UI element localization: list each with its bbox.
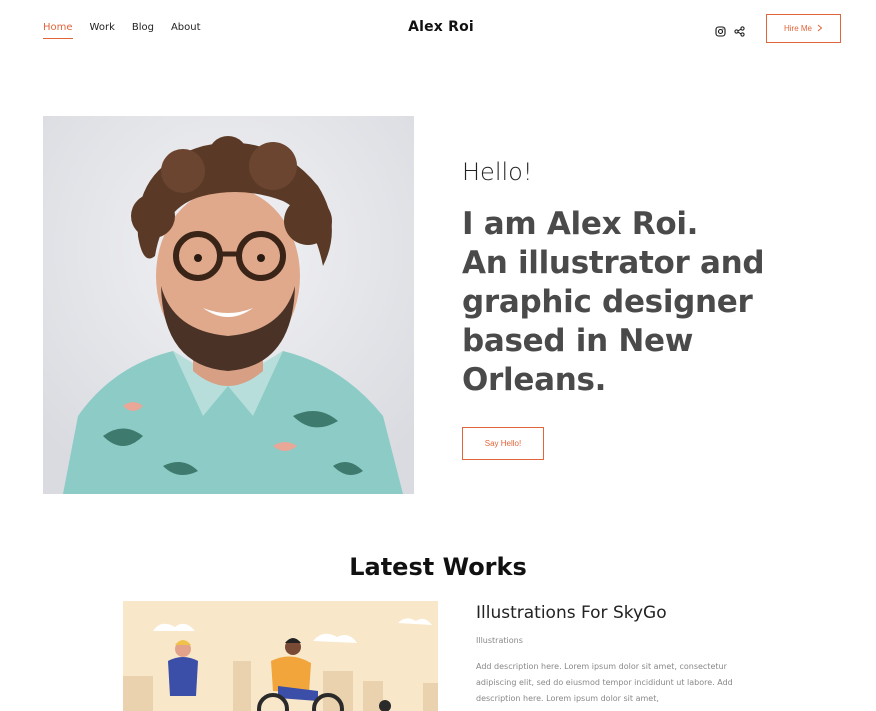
headline-line: based in New	[462, 323, 694, 359]
headline-line: Orleans.	[462, 362, 607, 398]
instagram-icon[interactable]	[715, 22, 726, 37]
headline-line: An illustrator and	[462, 245, 765, 281]
headline-line: I am Alex Roi.	[462, 206, 699, 242]
work-category: Illustrations	[476, 636, 523, 645]
headline-line: graphic designer	[462, 284, 753, 320]
say-hello-button[interactable]: Say Hello!	[462, 427, 544, 460]
social-icons	[715, 22, 745, 37]
work-thumbnail[interactable]	[123, 601, 438, 711]
hero-headline: I am Alex Roi. An illustrator and graphi…	[462, 205, 782, 400]
hire-me-button[interactable]: Hire Me	[766, 14, 841, 43]
latest-works-title: Latest Works	[349, 553, 527, 581]
chevron-right-icon	[817, 24, 823, 34]
portrait-image	[43, 116, 414, 494]
hero-greeting: Hello!	[462, 158, 533, 186]
hire-me-label: Hire Me	[783, 24, 812, 33]
share-icon[interactable]	[734, 22, 745, 37]
work-description: Add description here. Lorem ipsum dolor …	[476, 662, 733, 703]
work-title[interactable]: Illustrations For SkyGo	[476, 603, 667, 623]
